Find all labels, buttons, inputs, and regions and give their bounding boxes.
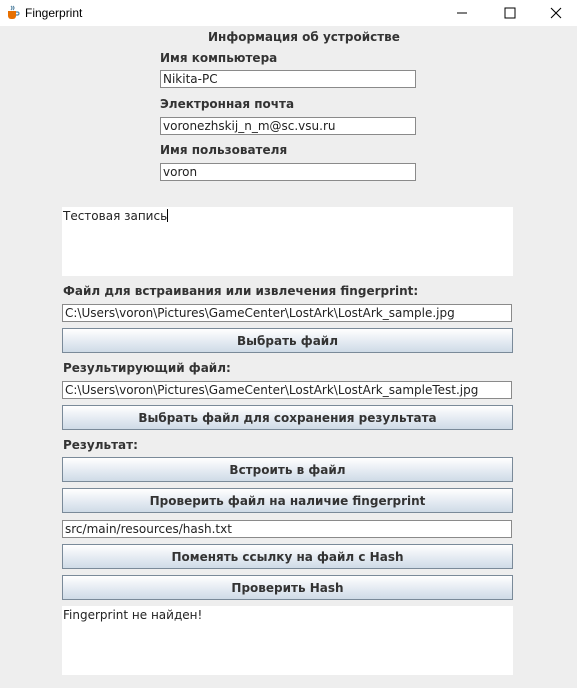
hash-path-field[interactable]: src/main/resources/hash.txt (62, 520, 512, 538)
embed-button[interactable]: Встроить в файл (62, 457, 513, 482)
choose-file-button[interactable]: Выбрать файл (62, 328, 513, 353)
text-caret (167, 209, 169, 222)
maximize-icon (504, 7, 516, 19)
device-info-heading: Информация об устройстве (208, 30, 400, 44)
username-label: Имя пользователя (160, 143, 288, 157)
java-cup-icon (5, 5, 20, 20)
source-file-path-field[interactable]: C:\Users\voron\Pictures\GameCenter\LostA… (62, 304, 512, 322)
close-icon (550, 7, 562, 19)
title-bar: Fingerprint (0, 0, 577, 26)
result-file-label: Результирующий файл: (63, 361, 231, 375)
text-record-area[interactable]: Тестовая запись (62, 207, 513, 276)
change-hash-link-button[interactable]: Поменять ссылку на файл с Hash (62, 544, 513, 569)
output-text: Fingerprint не найден! (63, 608, 203, 622)
maximize-button[interactable] (487, 0, 533, 26)
minimize-icon (457, 12, 467, 14)
minimize-button[interactable] (439, 0, 485, 26)
result-label: Результат: (63, 438, 138, 452)
verify-hash-button[interactable]: Проверить Hash (62, 575, 513, 600)
check-fingerprint-button[interactable]: Проверить файл на наличие fingerprint (62, 488, 513, 513)
choose-result-file-button[interactable]: Выбрать файл для сохранения результата (62, 405, 513, 430)
username-field[interactable]: voron (160, 163, 416, 181)
source-file-label: Файл для встраивания или извлечения fing… (63, 284, 419, 298)
window-title: Fingerprint (25, 6, 83, 20)
computer-name-field[interactable]: Nikita-PC (160, 70, 416, 88)
email-label: Электронная почта (160, 97, 295, 111)
close-button[interactable] (533, 0, 577, 26)
computer-name-label: Имя компьютера (160, 51, 278, 65)
text-record-text: Тестовая запись (63, 209, 168, 223)
result-file-path-field[interactable]: C:\Users\voron\Pictures\GameCenter\LostA… (62, 381, 512, 399)
email-field[interactable]: voronezhskij_n_m@sc.vsu.ru (160, 117, 416, 135)
output-area[interactable]: Fingerprint не найден! (62, 606, 513, 675)
